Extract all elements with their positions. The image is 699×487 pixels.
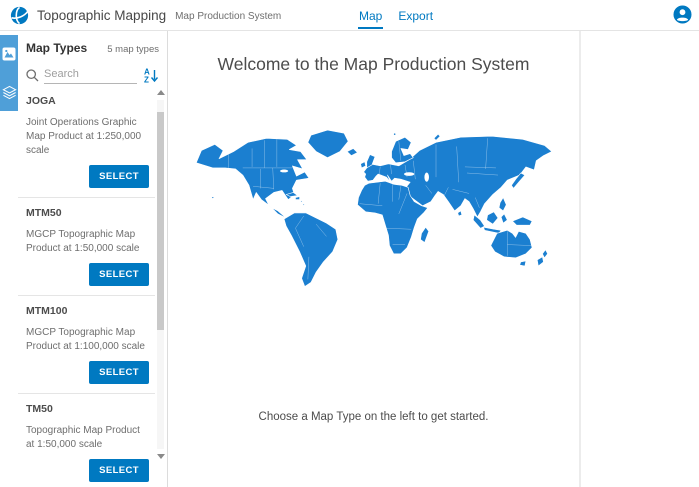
island-iceland [347, 148, 357, 155]
island-new-zealand-south [537, 257, 543, 266]
app-subtitle: Map Production System [175, 11, 281, 22]
map-type-card: MTM100 MGCP Topographic Map Product at 1… [18, 296, 155, 394]
select-button[interactable]: SELECT [89, 361, 149, 384]
island-tasmania [519, 261, 525, 266]
world-map-graphic [188, 126, 560, 310]
sea-black [403, 172, 413, 176]
map-types-sidebar: Map Types 5 map types A Z JOGA Joint Ope… [0, 31, 168, 487]
card-button-row: SELECT [26, 165, 149, 188]
map-type-name: MTM100 [26, 303, 149, 317]
sort-alpha-ascending-icon[interactable]: A Z [144, 67, 159, 83]
top-nav: Map Export [358, 0, 434, 31]
map-type-description: Joint Operations Graphic Map Product at … [26, 116, 149, 158]
card-button-row: SELECT [26, 263, 149, 286]
island-antilles-2 [303, 204, 304, 205]
globe-logo-icon [10, 6, 29, 25]
island-borneo [486, 212, 497, 224]
lakes-great [279, 170, 287, 173]
continent-south-america [284, 213, 338, 287]
card-button-row: SELECT [26, 459, 149, 482]
getting-started-caption: Choose a Map Type on the left to get sta… [168, 411, 579, 423]
map-type-name: JOGA [26, 93, 149, 107]
welcome-title: Welcome to the Map Production System [168, 54, 579, 75]
map-type-description: Topographic Map Product at 1:50,000 scal… [26, 424, 149, 452]
select-button[interactable]: SELECT [89, 263, 149, 286]
app-title: Topographic Mapping [37, 8, 166, 23]
layers-icon [2, 85, 17, 100]
search-row: A Z [18, 55, 167, 85]
island-sri-lanka [457, 211, 461, 216]
sea-caspian [424, 173, 429, 182]
island-greenland [307, 130, 347, 158]
welcome-panel: Welcome to the Map Production System [168, 31, 581, 487]
app-header: Topographic Mapping Map Production Syste… [0, 0, 699, 31]
island-sumatra [473, 215, 484, 228]
island-sulawesi [501, 214, 507, 223]
sidebar-content: Map Types 5 map types A Z JOGA Joint Ope… [18, 31, 167, 487]
panel-title: Map Types [26, 41, 87, 55]
island-java [483, 227, 501, 233]
user-avatar-button[interactable] [673, 5, 692, 24]
island-ireland [360, 162, 365, 168]
map-type-card: MTM50 MGCP Topographic Map Product at 1:… [18, 198, 155, 296]
nav-tab-map[interactable]: Map [358, 3, 383, 29]
island-hispaniola [295, 197, 299, 200]
world-map-container [168, 126, 579, 315]
island-hawaii [211, 197, 213, 199]
island-novaya-zemlya [433, 134, 439, 140]
content-background [581, 31, 699, 487]
island-philippines [499, 198, 506, 211]
card-button-row: SELECT [26, 361, 149, 384]
layers-tool-button[interactable] [0, 73, 18, 111]
map-type-description: MGCP Topographic Map Product at 1:100,00… [26, 326, 149, 354]
map-product-tool-button[interactable] [0, 35, 18, 73]
island-madagascar [420, 227, 428, 242]
scroll-up-button[interactable] [156, 88, 165, 98]
select-button[interactable]: SELECT [89, 459, 149, 482]
map-type-name: TM50 [26, 401, 149, 415]
scroll-down-button[interactable] [156, 451, 165, 461]
body-row: Map Types 5 map types A Z JOGA Joint Ope… [0, 31, 699, 487]
map-type-name: MTM50 [26, 205, 149, 219]
region-scandinavia [391, 137, 413, 163]
island-new-zealand-north [542, 250, 547, 258]
scrollbar-thumb[interactable] [157, 112, 164, 330]
continent-australia [490, 230, 531, 258]
map-type-list: JOGA Joint Operations Graphic Map Produc… [18, 86, 155, 487]
continent-north-america [196, 138, 309, 218]
map-type-description: MGCP Topographic Map Product at 1:50,000… [26, 228, 149, 256]
search-input[interactable] [44, 66, 137, 84]
map-type-count: 5 map types [107, 44, 159, 55]
sidebar-tool-strip [0, 35, 18, 111]
island-new-guinea [512, 217, 532, 225]
svg-text:Z: Z [144, 76, 149, 84]
map-type-card: TM50 Topographic Map Product at 1:50,000… [18, 394, 155, 487]
nav-tab-export[interactable]: Export [397, 3, 434, 29]
map-type-card: JOGA Joint Operations Graphic Map Produc… [18, 86, 155, 198]
map-product-icon [2, 47, 16, 61]
island-antilles [300, 201, 301, 202]
sidebar-scrollbar [156, 88, 165, 461]
panel-header: Map Types 5 map types [18, 31, 167, 55]
search-icon [26, 69, 39, 82]
select-button[interactable]: SELECT [89, 165, 149, 188]
island-svalbard [393, 133, 395, 135]
